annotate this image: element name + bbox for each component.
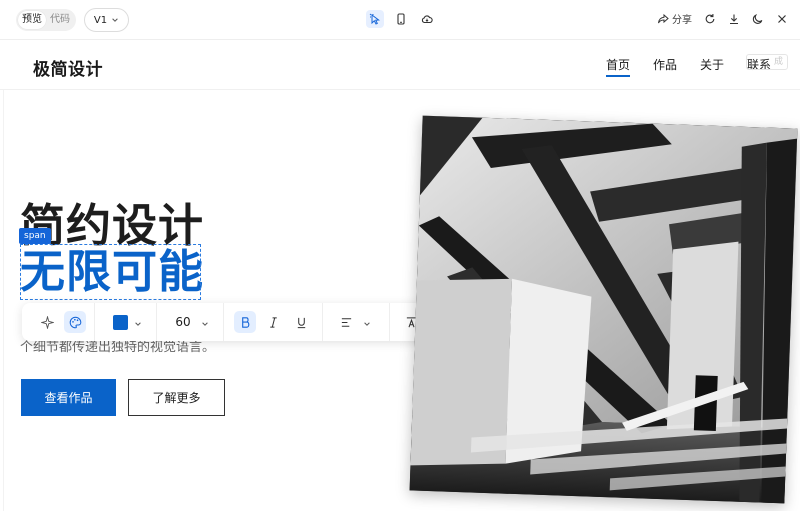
view-mode-preview[interactable]: 预览 <box>18 11 46 29</box>
italic-icon <box>269 316 277 328</box>
download-icon[interactable] <box>728 13 740 25</box>
chevron-down-icon[interactable] <box>363 320 371 328</box>
refresh-icon[interactable] <box>704 13 716 25</box>
hero-architecture-image <box>409 115 798 504</box>
cursor-select-icon <box>369 13 380 25</box>
underline-icon <box>297 317 305 328</box>
italic-button[interactable] <box>262 311 284 333</box>
mobile-icon <box>397 13 405 25</box>
underline-button[interactable] <box>290 311 312 333</box>
view-works-button[interactable]: 查看作品 <box>21 379 116 416</box>
version-select[interactable]: V1 <box>84 8 129 32</box>
selected-element-tag: span <box>19 228 51 244</box>
share-label: 分享 <box>672 15 692 26</box>
select-mode-button[interactable] <box>366 10 384 28</box>
selection-outline <box>20 244 201 300</box>
palette-icon <box>69 316 81 328</box>
dark-mode-icon[interactable] <box>752 13 764 25</box>
view-mode-code[interactable]: 代码 <box>46 11 74 29</box>
sparkle-icon <box>40 315 54 329</box>
nav-item-about[interactable]: 关于 <box>700 57 724 75</box>
version-label: V1 <box>93 14 108 26</box>
chevron-down-icon <box>112 18 118 22</box>
style-palette-button[interactable] <box>64 311 86 333</box>
top-toolbar: 预览 代码 V1 分享 <box>0 0 800 40</box>
mobile-preview-button[interactable] <box>392 10 410 28</box>
close-icon[interactable] <box>776 13 788 25</box>
header-divider <box>0 89 800 90</box>
bold-button[interactable] <box>234 311 256 333</box>
learn-more-button[interactable]: 了解更多 <box>128 379 225 416</box>
site-brand[interactable]: 极简设计 <box>33 55 103 80</box>
cloud-button[interactable] <box>418 10 436 28</box>
ai-edit-button[interactable] <box>36 311 58 333</box>
cloud-sync-icon <box>421 15 433 24</box>
bold-icon <box>241 316 249 328</box>
font-size-value[interactable]: 60 <box>171 315 195 329</box>
nav-item-home[interactable]: 首页 <box>606 57 631 77</box>
share-button[interactable]: 分享 <box>657 11 692 26</box>
text-color-swatch[interactable] <box>113 314 128 330</box>
chevron-down-icon[interactable] <box>201 320 209 328</box>
page-edge <box>3 90 4 511</box>
align-left-icon <box>341 317 351 327</box>
ghost-nav-button[interactable]: 成 <box>746 54 788 70</box>
view-mode-toggle: 预览 代码 <box>16 9 76 31</box>
share-icon <box>658 13 669 23</box>
nav-item-works[interactable]: 作品 <box>653 57 677 75</box>
align-button[interactable] <box>335 311 357 333</box>
chevron-down-icon[interactable] <box>134 320 142 328</box>
